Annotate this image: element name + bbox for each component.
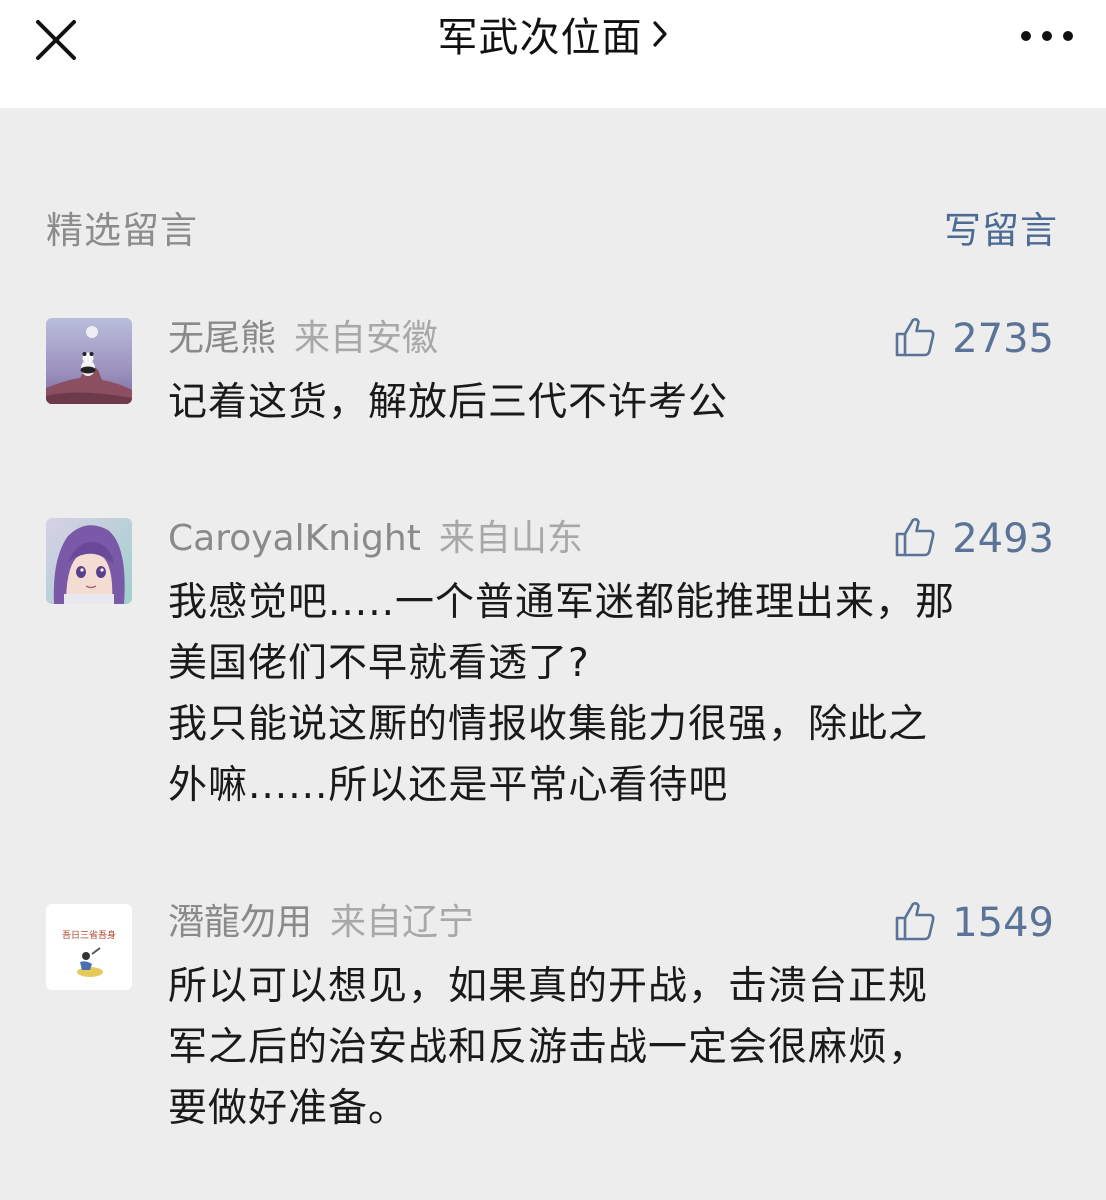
comment-nickname[interactable]: 无尾熊: [168, 318, 276, 359]
more-horizontal-icon[interactable]: [1018, 24, 1076, 48]
comment-line: 美国佬们不早就看透了?: [168, 641, 590, 686]
comment-nickname[interactable]: 潛龍勿用: [168, 902, 312, 943]
write-comment-button[interactable]: 写留言: [944, 200, 1058, 254]
like-count: 2493: [952, 516, 1054, 562]
avatar[interactable]: 吾日三省吾身: [46, 904, 132, 990]
comment-location: 来自安徽: [294, 318, 439, 359]
comment-meta: 无尾熊 来自安徽: [168, 314, 438, 364]
comment-line: 我感觉吧.....一个普通军迷都能推理出来，那: [168, 580, 955, 625]
featured-comments-title: 精选留言: [46, 209, 198, 252]
comment-line: 军之后的治安战和反游击战一定会很麻烦，: [168, 1025, 929, 1070]
comment-meta: CaroyalKnight 来自山东: [168, 514, 583, 564]
like-button[interactable]: 1549: [894, 898, 1054, 948]
thumbs-up-icon: [895, 902, 935, 941]
comment-line: 记着这货，解放后三代不许考公: [168, 380, 729, 425]
comment-text: 记着这货，解放后三代不许考公: [168, 372, 1048, 433]
like-count: 2735: [952, 316, 1054, 362]
top-bar: 军武次位面: [0, 0, 1106, 108]
thumbs-up-icon: [895, 318, 935, 357]
comment-location: 来自山东: [438, 518, 583, 559]
comment-location: 来自辽宁: [330, 902, 475, 943]
chevron-right-icon[interactable]: [651, 16, 669, 72]
avatar[interactable]: [46, 318, 132, 404]
comment-text: 所以可以想见，如果真的开战，击溃台正规 军之后的治安战和反游击战一定会很麻烦， …: [168, 956, 1048, 1139]
like-button[interactable]: 2735: [894, 314, 1054, 364]
comment-line: 要做好准备。: [168, 1086, 409, 1131]
thumbs-up-icon: [895, 518, 935, 557]
avatar-text: 吾日三省吾身: [62, 929, 116, 941]
comment-text: 我感觉吧.....一个普通军迷都能推理出来，那 美国佬们不早就看透了? 我只能说…: [168, 572, 1048, 816]
comment-meta: 潛龍勿用 来自辽宁: [168, 898, 474, 948]
comment-nickname[interactable]: CaroyalKnight: [168, 518, 421, 559]
comment-line: 我只能说这厮的情报收集能力很强，除此之: [168, 702, 929, 747]
comment-line: 所以可以想见，如果真的开战，击溃台正规: [168, 964, 929, 1009]
like-button[interactable]: 2493: [894, 514, 1054, 564]
avatar[interactable]: [46, 518, 132, 604]
comment-line: 外嘛......所以还是平常心看待吧: [168, 763, 729, 808]
title-area: 军武次位面: [0, 10, 1106, 66]
like-count: 1549: [952, 900, 1054, 946]
comments-section-header: 精选留言 写留言: [46, 200, 1058, 252]
account-title[interactable]: 军武次位面: [438, 15, 643, 61]
